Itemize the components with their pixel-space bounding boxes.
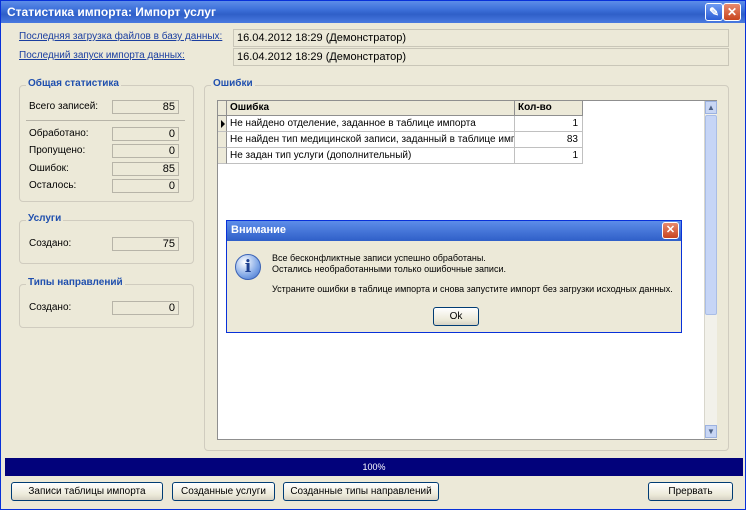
referral-types-group: Типы направлений Создано: 0 — [19, 277, 194, 328]
remaining-value: 0 — [112, 179, 179, 193]
services-created-value: 75 — [112, 237, 179, 251]
services-group: Услуги Создано: 75 — [19, 213, 194, 264]
table-row-count[interactable]: 1 — [515, 116, 583, 132]
table-row-count[interactable]: 1 — [515, 148, 583, 164]
scroll-thumb[interactable] — [705, 115, 717, 315]
table-row-count[interactable]: 83 — [515, 132, 583, 148]
row-selector-arrow-icon[interactable] — [218, 116, 227, 132]
window-title: Статистика импорта: Импорт услуг — [7, 5, 216, 19]
processed-value: 0 — [112, 127, 179, 141]
title-bar[interactable]: Статистика импорта: Импорт услуг ✎ ✕ — [1, 1, 745, 23]
last-import-link[interactable]: Последний запуск импорта данных: — [19, 50, 185, 61]
last-upload-link[interactable]: Последняя загрузка файлов в базу данных: — [19, 31, 222, 42]
dialog-close-icon[interactable]: ✕ — [662, 222, 679, 239]
dialog-title: Внимание — [231, 224, 286, 236]
wrench-icon[interactable]: ✎ — [705, 3, 723, 21]
skipped-label: Пропущено: — [29, 145, 86, 156]
row-selector[interactable] — [218, 148, 227, 164]
progress-text: 100% — [362, 462, 386, 472]
total-label: Всего записей: — [29, 101, 99, 112]
column-header-error[interactable]: Ошибка — [227, 101, 515, 116]
remaining-label: Осталось: — [29, 180, 77, 191]
services-created-label: Создано: — [29, 238, 72, 249]
column-header-count[interactable]: Кол-во — [515, 101, 583, 116]
created-referral-types-button[interactable]: Созданные типы направлений — [283, 482, 439, 501]
warning-dialog: Внимание ✕ i Все бесконфликтные записи у… — [226, 220, 682, 333]
referral-types-created-value: 0 — [112, 301, 179, 315]
dialog-message-line-3: Устраните ошибки в таблице импорта и сно… — [272, 284, 673, 294]
processed-label: Обработано: — [29, 128, 89, 139]
row-header-corner — [218, 101, 227, 116]
table-row-error[interactable]: Не задан тип услуги (дополнительный) — [227, 148, 515, 164]
general-stats-title: Общая статистика — [26, 78, 121, 89]
referral-types-created-label: Создано: — [29, 302, 72, 313]
divider — [26, 120, 185, 121]
errors-value: 85 — [112, 162, 179, 176]
services-title: Услуги — [26, 213, 64, 224]
vertical-scrollbar[interactable]: ▲ ▼ — [704, 101, 717, 439]
close-icon[interactable]: ✕ — [723, 3, 741, 21]
scroll-down-icon[interactable]: ▼ — [705, 425, 717, 438]
dialog-title-bar[interactable]: Внимание ✕ — [227, 221, 681, 241]
referral-types-title: Типы направлений — [26, 277, 125, 288]
row-selector[interactable] — [218, 132, 227, 148]
table-row-error[interactable]: Не найден тип медицинской записи, заданн… — [227, 132, 515, 148]
last-import-value: 16.04.2012 18:29 (Демонстратор) — [233, 48, 729, 66]
progress-bar: 100% — [5, 458, 743, 476]
ok-button[interactable]: Ok — [433, 307, 479, 326]
errors-title: Ошибки — [211, 78, 255, 89]
table-row-error[interactable]: Не найдено отделение, заданное в таблице… — [227, 116, 515, 132]
abort-button[interactable]: Прервать — [648, 482, 733, 501]
info-icon: i — [235, 254, 261, 280]
total-value: 85 — [112, 100, 179, 114]
import-records-button[interactable]: Записи таблицы импорта — [11, 482, 163, 501]
created-services-button[interactable]: Созданные услуги — [172, 482, 275, 501]
last-upload-value: 16.04.2012 18:29 (Демонстратор) — [233, 29, 729, 47]
errors-label: Ошибок: — [29, 163, 69, 174]
skipped-value: 0 — [112, 144, 179, 158]
scroll-up-icon[interactable]: ▲ — [705, 101, 717, 114]
import-statistics-window: Статистика импорта: Импорт услуг ✎ ✕ Пос… — [0, 0, 746, 510]
dialog-message-line-2: Остались необработанными только ошибочны… — [272, 264, 506, 274]
dialog-message-line-1: Все бесконфликтные записи успешно обрабо… — [272, 253, 486, 263]
general-stats-group: Общая статистика Всего записей: 85 Обраб… — [19, 78, 194, 202]
